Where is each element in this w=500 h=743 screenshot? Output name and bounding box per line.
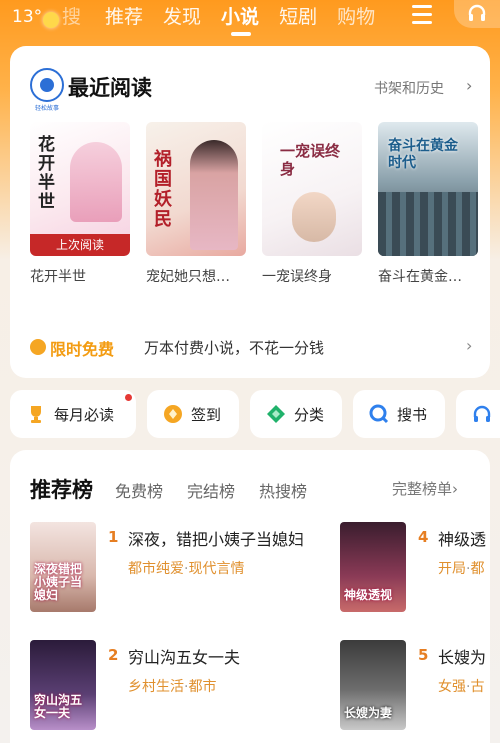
book-item[interactable]: 花开半世 上次阅读 花开半世: [30, 122, 130, 286]
illustration: [190, 140, 238, 250]
book-cover[interactable]: 花开半世 上次阅读: [30, 122, 130, 256]
chevron-right-icon: ›: [466, 336, 473, 355]
book-title: 花开半世: [30, 269, 86, 285]
book-title: 穷山沟五女一夫: [128, 648, 241, 667]
illustration: [70, 142, 122, 222]
ranking-item[interactable]: 深夜错把小姨子当媳妇 1 深夜，错把小姨子当媳妇 都市纯爱·现代言情: [30, 522, 330, 612]
book-tags: 开局·都: [438, 561, 485, 577]
chevron-right-icon: ›: [452, 480, 459, 498]
book-cover[interactable]: 穷山沟五女一夫: [30, 640, 96, 730]
book-item[interactable]: 奋斗在黄金时代 奋斗在黄金…: [378, 122, 478, 286]
book-item[interactable]: 一宠误终身 一宠误终身: [262, 122, 362, 286]
category-icon: [267, 405, 285, 423]
book-item[interactable]: 祸国妖民 宠妃她只想…: [146, 122, 246, 286]
ranking-item[interactable]: 穷山沟五女一夫 2 穷山沟五女一夫 乡村生活·都市: [30, 640, 330, 730]
search-hint[interactable]: 搜: [62, 2, 81, 29]
full-ranking-link[interactable]: 完整榜单›: [392, 478, 458, 499]
book-title: 长嫂为: [438, 648, 487, 667]
book-title: 神级透: [438, 530, 487, 549]
tab-shopping[interactable]: 购物: [337, 2, 375, 29]
tab-hot-search-rank[interactable]: 热搜榜: [259, 478, 307, 502]
weather-widget[interactable]: 13°: [12, 6, 60, 28]
notification-dot: [125, 394, 132, 401]
brand-logo-text: 轻松故事: [34, 105, 59, 112]
rank-number: 2: [108, 646, 119, 664]
rank-number: 5: [418, 646, 429, 664]
free-description: 万本付费小说，不花一分钱: [144, 339, 325, 357]
tab-discover[interactable]: 发现: [163, 2, 201, 29]
trophy-icon: [31, 406, 41, 423]
tab-completed-rank[interactable]: 完结榜: [187, 478, 235, 502]
tab-recommend[interactable]: 推荐: [105, 2, 143, 29]
book-cover[interactable]: 奋斗在黄金时代: [378, 122, 478, 256]
coin-icon: [164, 405, 182, 423]
monthly-must-read-button[interactable]: 每月必读: [10, 390, 136, 438]
book-title: 奋斗在黄金…: [378, 269, 462, 285]
tab-novel[interactable]: 小说: [221, 2, 259, 36]
ranking-item[interactable]: 长嫂为妻 5 长嫂为 女强·古: [340, 640, 490, 730]
book-cover[interactable]: 长嫂为妻: [340, 640, 406, 730]
coin-icon: [30, 339, 46, 355]
free-banner[interactable]: 限时免费 万本付费小说，不花一分钱 ›: [30, 336, 473, 360]
chevron-right-icon: ›: [466, 76, 473, 95]
checkin-button[interactable]: 签到: [147, 390, 239, 438]
menu-icon[interactable]: [412, 5, 432, 24]
book-title: 一宠误终身: [262, 269, 332, 285]
search-icon: [369, 404, 389, 424]
book-title: 深夜，错把小姨子当媳妇: [128, 530, 305, 549]
category-button[interactable]: 分类: [250, 390, 342, 438]
rank-number: 4: [418, 528, 429, 546]
nav-tabs: 搜 推荐 发现 小说 短剧 购物: [62, 2, 395, 36]
sun-icon: [43, 12, 60, 28]
tab-free-rank[interactable]: 免费榜: [115, 478, 163, 502]
headphone-button[interactable]: [454, 0, 500, 28]
ranking-card: 推荐榜 免费榜 完结榜 热搜榜 完整榜单› 深夜错把小姨子当媳妇 1 深夜，错把…: [10, 450, 490, 743]
book-cover[interactable]: 一宠误终身: [262, 122, 362, 256]
city-illustration: [378, 192, 478, 256]
book-cover[interactable]: 深夜错把小姨子当媳妇: [30, 522, 96, 612]
book-tags: 都市纯爱·现代言情: [128, 561, 245, 577]
free-tag: 限时免费: [50, 340, 115, 359]
rank-number: 1: [108, 528, 119, 546]
book-tags: 乡村生活·都市: [128, 679, 217, 695]
quick-actions: 每月必读 签到 分类 搜书 听: [10, 390, 500, 438]
tab-short-drama[interactable]: 短剧: [279, 2, 317, 29]
book-cover[interactable]: 神级透视: [340, 522, 406, 612]
illustration: [292, 192, 336, 242]
shelf-history-link[interactable]: 书架和历史: [374, 78, 444, 98]
book-cover[interactable]: 祸国妖民: [146, 122, 246, 256]
headphone-icon: [468, 4, 486, 21]
book-tags: 女强·古: [438, 679, 485, 695]
top-bar: 13° 搜 推荐 发现 小说 短剧 购物: [0, 0, 500, 44]
recent-reading-card: 轻松故事 最近阅读 书架和历史 › 花开半世 上次阅读 花开半世 祸国妖民 宠妃…: [10, 46, 490, 378]
last-read-badge: 上次阅读: [30, 234, 130, 256]
book-title: 宠妃她只想…: [146, 269, 230, 285]
ranking-title[interactable]: 推荐榜: [30, 474, 93, 504]
ranking-item[interactable]: 神级透视 4 神级透 开局·都: [340, 522, 490, 612]
temperature: 13°: [12, 7, 43, 27]
recent-title: 最近阅读: [68, 75, 152, 100]
search-book-button[interactable]: 搜书: [353, 390, 445, 438]
ranking-tabs: 推荐榜 免费榜 完结榜 热搜榜: [30, 474, 331, 504]
listen-button[interactable]: 听: [456, 390, 500, 438]
recent-books: 花开半世 上次阅读 花开半世 祸国妖民 宠妃她只想… 一宠误终身 一宠误终身 奋…: [30, 122, 494, 286]
headphone-icon: [473, 405, 491, 422]
brand-logo: [30, 68, 64, 102]
